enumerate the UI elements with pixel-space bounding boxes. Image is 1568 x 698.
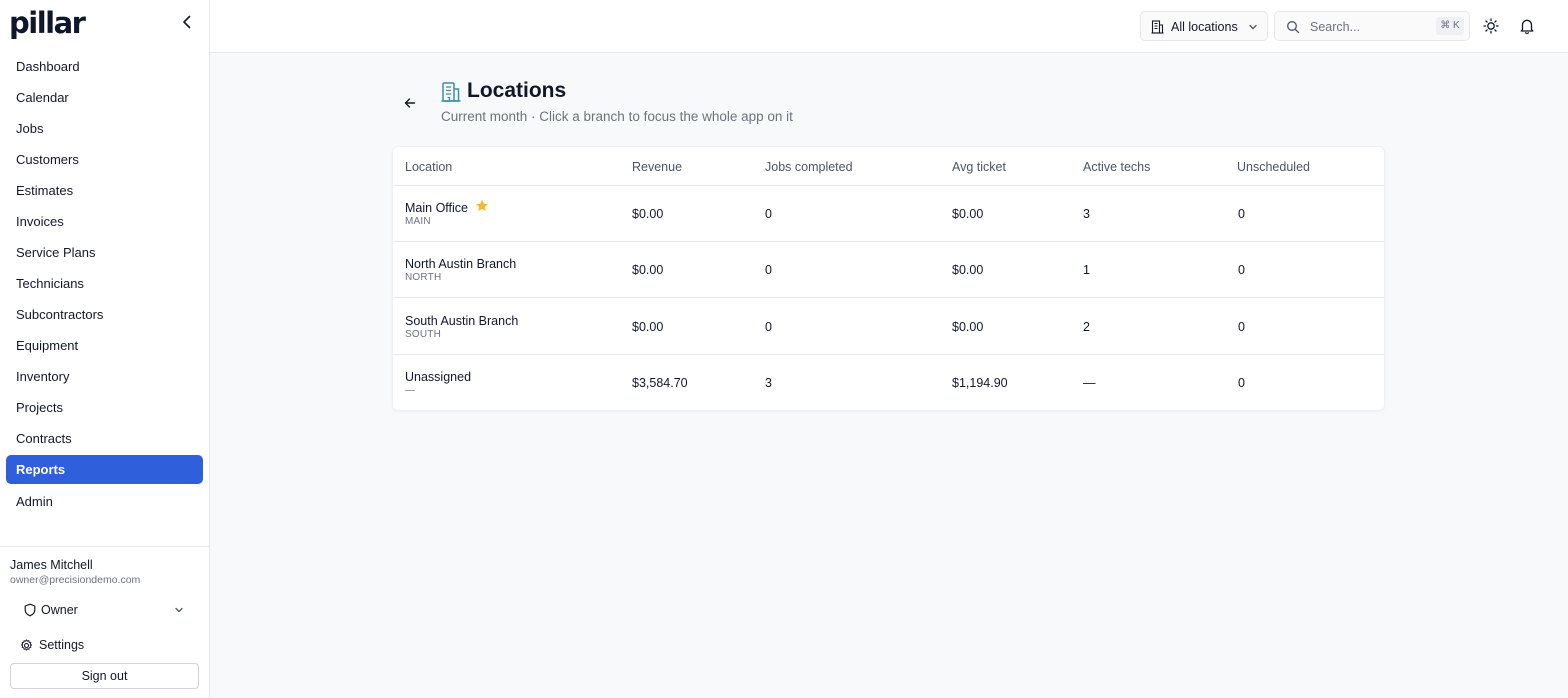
location-code: — (405, 385, 416, 396)
building-icon (440, 81, 462, 103)
location-name: South Austin Branch (405, 314, 519, 328)
avg-ticket-cell: $0.00 (952, 263, 984, 277)
unscheduled-cell: 0 (1238, 263, 1245, 277)
unscheduled-cell: 0 (1238, 376, 1245, 390)
sidebar-item-inventory[interactable]: Inventory (6, 362, 203, 391)
search-box[interactable]: ⌘ K (1274, 11, 1470, 41)
sidebar-item-calendar[interactable]: Calendar (6, 83, 203, 112)
page-title: Locations (467, 79, 567, 102)
sidebar-nav: Dashboard Calendar Jobs Customers Estima… (6, 52, 203, 518)
sun-icon (1483, 18, 1499, 34)
column-header-active-techs: Active techs (1083, 160, 1151, 174)
revenue-cell: $0.00 (632, 320, 664, 334)
location-name: Main Office (405, 201, 468, 215)
unscheduled-cell: 0 (1238, 320, 1245, 334)
gear-icon (20, 639, 33, 651)
table-header: Location Revenue Jobs completed Avg tick… (393, 147, 1384, 186)
user-name: James Mitchell (10, 558, 93, 572)
table-row[interactable]: North Austin Branch NORTH $0.00 0 $0.00 … (393, 242, 1384, 298)
sidebar: pillar Dashboard Calendar Jobs Customers… (0, 0, 210, 698)
location-code: SOUTH (405, 329, 441, 340)
unscheduled-cell: 0 (1238, 207, 1245, 221)
table-row[interactable]: Unassigned — $3,584.70 3 $1,194.90 — 0 (393, 355, 1384, 410)
avg-ticket-cell: $0.00 (952, 320, 984, 334)
column-header-location: Location (405, 160, 453, 174)
sidebar-item-dashboard[interactable]: Dashboard (6, 52, 203, 81)
bell-icon (1520, 19, 1534, 35)
table-row[interactable]: South Austin Branch SOUTH $0.00 0 $0.00 … (393, 299, 1384, 355)
role-label: Owner (41, 603, 78, 617)
avg-ticket-cell: $1,194.90 (952, 376, 1008, 390)
revenue-cell: $3,584.70 (632, 376, 688, 390)
active-techs-cell: 3 (1083, 207, 1090, 221)
sidebar-item-equipment[interactable]: Equipment (6, 331, 203, 360)
role-select[interactable]: Owner (10, 598, 199, 622)
sidebar-item-jobs[interactable]: Jobs (6, 114, 203, 143)
location-name: Unassigned (405, 370, 472, 384)
chevron-down-icon (175, 607, 183, 613)
jobs-completed-cell: 0 (765, 263, 772, 277)
jobs-completed-cell: 0 (765, 207, 772, 221)
star-icon (476, 199, 488, 212)
sidebar-item-projects[interactable]: Projects (6, 393, 203, 422)
sidebar-item-contracts[interactable]: Contracts (6, 424, 203, 453)
column-header-revenue: Revenue (632, 160, 683, 174)
column-header-avg-ticket: Avg ticket (952, 160, 1006, 174)
active-techs-cell: 2 (1083, 320, 1090, 334)
location-code: MAIN (405, 216, 431, 227)
column-header-unscheduled: Unscheduled (1237, 160, 1310, 174)
settings-label: Settings (39, 638, 85, 652)
location-select[interactable]: All locations (1140, 11, 1268, 41)
sidebar-item-reports[interactable]: Reports (6, 455, 203, 484)
shortcut-hint: ⌘ K (1436, 17, 1464, 35)
page-subtitle: Current month · Click a branch to focus … (441, 109, 793, 124)
building-icon (1151, 20, 1164, 34)
location-code: NORTH (405, 272, 442, 283)
app-logo[interactable]: pillar (9, 6, 86, 40)
top-bar: All locations ⌘ K (210, 0, 1568, 53)
table-row[interactable]: Main Office MAIN $0.00 0 $0.00 3 0 (393, 186, 1384, 242)
chevron-down-icon (1249, 24, 1257, 30)
back-button[interactable] (401, 94, 419, 112)
notifications-button[interactable] (1517, 16, 1537, 36)
sign-out-button[interactable]: Sign out (10, 663, 199, 689)
sidebar-item-estimates[interactable]: Estimates (6, 176, 203, 205)
arrow-left-icon (404, 98, 416, 108)
sidebar-item-service-plans[interactable]: Service Plans (6, 238, 203, 267)
sidebar-footer: James Mitchell owner@precisiondemo.com O… (0, 546, 209, 689)
collapse-sidebar-button[interactable] (177, 12, 197, 32)
location-name: North Austin Branch (405, 257, 517, 271)
location-select-value: All locations (1171, 20, 1238, 34)
sidebar-item-customers[interactable]: Customers (6, 145, 203, 174)
avg-ticket-cell: $0.00 (952, 207, 984, 221)
sidebar-item-technicians[interactable]: Technicians (6, 269, 203, 298)
jobs-completed-cell: 0 (765, 320, 772, 334)
jobs-completed-cell: 3 (765, 376, 772, 390)
sidebar-item-admin[interactable]: Admin (6, 487, 203, 516)
search-input[interactable] (1310, 18, 1430, 36)
chevron-left-icon (183, 15, 191, 29)
user-email: owner@precisiondemo.com (10, 574, 141, 586)
search-icon (1287, 21, 1300, 34)
theme-toggle-button[interactable] (1481, 16, 1501, 36)
active-techs-cell: — (1083, 376, 1096, 390)
shield-icon (24, 603, 36, 617)
sidebar-item-subcontractors[interactable]: Subcontractors (6, 300, 203, 329)
settings-link[interactable]: Settings (10, 634, 199, 656)
locations-table: Location Revenue Jobs completed Avg tick… (392, 146, 1385, 411)
active-techs-cell: 1 (1083, 263, 1090, 277)
sidebar-item-invoices[interactable]: Invoices (6, 207, 203, 236)
column-header-jobs-completed: Jobs completed (765, 160, 853, 174)
revenue-cell: $0.00 (632, 263, 664, 277)
revenue-cell: $0.00 (632, 207, 664, 221)
